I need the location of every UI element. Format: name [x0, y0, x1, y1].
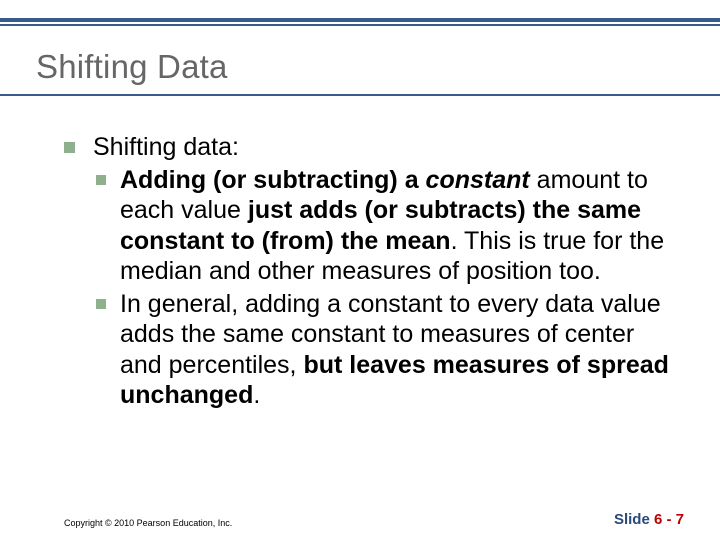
top-bar — [0, 0, 720, 22]
sub2-part-c: . — [253, 381, 260, 409]
content-area: Shifting data: Adding (or subtracting) a… — [0, 96, 720, 411]
slide-number: Slide 6 - 7 — [614, 511, 684, 528]
sub1-part-b: constant — [426, 166, 530, 194]
slide-num: 6 - 7 — [654, 511, 684, 528]
sub-bullet-1: Adding (or subtracting) a constant amoun… — [96, 165, 676, 287]
title-area: Shifting Data — [0, 26, 720, 96]
sub2-text: In general, adding a constant to every d… — [120, 289, 676, 411]
sub-bullets: Adding (or subtracting) a constant amoun… — [96, 165, 676, 411]
bullet-level1: Shifting data: — [64, 132, 676, 163]
sub-bullet-2: In general, adding a constant to every d… — [96, 289, 676, 411]
square-bullet-icon — [96, 175, 106, 185]
square-bullet-icon — [64, 142, 75, 153]
slide-label: Slide — [614, 511, 654, 528]
footer: Copyright © 2010 Pearson Education, Inc.… — [0, 511, 720, 528]
bullet1-text: Shifting data: — [93, 132, 239, 163]
sub1-part-a: Adding (or subtracting) a — [120, 166, 426, 194]
square-bullet-icon — [96, 299, 106, 309]
copyright-text: Copyright © 2010 Pearson Education, Inc. — [64, 518, 232, 528]
sub1-text: Adding (or subtracting) a constant amoun… — [120, 165, 676, 287]
slide-title: Shifting Data — [36, 48, 684, 86]
